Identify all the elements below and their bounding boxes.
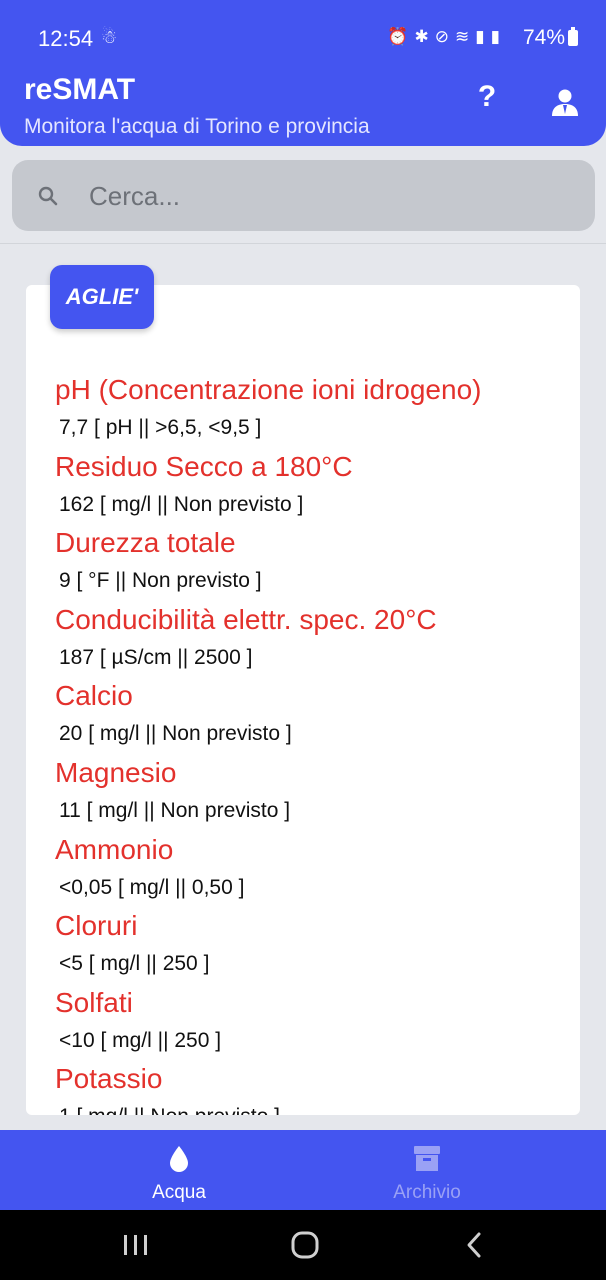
parameter-list: pH (Concentrazione ioni idrogeno) 7,7 [ … xyxy=(55,371,575,1115)
parameter-value: <5 [ mg/l || 250 ] xyxy=(59,952,210,976)
battery-level: 74% xyxy=(522,26,565,49)
search-bar[interactable]: Cerca... xyxy=(12,160,595,231)
home-icon[interactable] xyxy=(285,1230,325,1260)
app-subtitle: Monitora l'acqua di Torino e provincia xyxy=(24,115,370,138)
parameter-item: Conducibilità elettr. spec. 20°C 187 [ µ… xyxy=(55,601,575,678)
parameter-name: Potassio xyxy=(55,1063,163,1095)
parameter-item: Solfati <10 [ mg/l || 250 ] xyxy=(55,984,575,1061)
parameter-value: <10 [ mg/l || 250 ] xyxy=(59,1028,222,1052)
archive-icon xyxy=(414,1146,440,1171)
water-drop-icon xyxy=(170,1146,188,1172)
parameter-item: Ammonio <0,05 [ mg/l || 0,50 ] xyxy=(55,831,575,908)
status-icons: ⏰✱⊘≋▮▮ xyxy=(387,27,506,46)
parameter-value: 9 [ °F || Non previsto ] xyxy=(59,569,262,593)
parameter-item: Calcio 20 [ mg/l || Non previsto ] xyxy=(55,677,575,754)
system-navigation-bar xyxy=(0,1210,606,1280)
parameter-name: Magnesio xyxy=(55,756,177,788)
parameter-value: 1 [ mg/l || Non previsto ] xyxy=(55,1098,575,1115)
notification-icon: ☃ xyxy=(101,27,118,47)
status-bar: 12:54 ☃ ⏰✱⊘≋▮▮ 74% xyxy=(0,0,606,70)
parameter-value: 20 [ mg/l || Non previsto ] xyxy=(59,722,292,746)
parameter-name: Cloruri xyxy=(55,910,138,942)
parameter-name: Conducibilità elettr. spec. 20°C xyxy=(55,603,437,635)
battery-icon xyxy=(568,27,578,46)
location-badge: AGLIE' xyxy=(50,265,154,329)
status-time: 12:54 xyxy=(38,26,94,51)
search-icon xyxy=(38,186,58,206)
battery-indicator: 74% xyxy=(523,26,578,50)
parameter-item: Potassio 1 [ mg/l || Non previsto ] xyxy=(55,1060,575,1115)
parameter-item: Residuo Secco a 180°C 162 [ mg/l || Non … xyxy=(55,448,575,525)
parameter-item: Cloruri <5 [ mg/l || 250 ] xyxy=(55,907,575,984)
nav-label-acqua: Acqua xyxy=(152,1182,206,1203)
app-bar: reSMAT Monitora l'acqua di Torino e prov… xyxy=(0,70,606,146)
nav-label-archivio: Archivio xyxy=(393,1182,461,1203)
parameter-item: pH (Concentrazione ioni idrogeno) 7,7 [ … xyxy=(55,371,575,448)
parameter-value: 187 [ µS/cm || 2500 ] xyxy=(59,645,253,669)
back-icon[interactable] xyxy=(455,1230,495,1260)
nav-item-archivio[interactable]: Archivio xyxy=(307,1130,547,1210)
divider xyxy=(0,243,606,244)
parameter-name: Solfati xyxy=(55,986,133,1018)
parameter-item: Durezza totale 9 [ °F || Non previsto ] xyxy=(55,524,575,601)
parameter-name: Residuo Secco a 180°C xyxy=(55,450,353,482)
parameter-value: <0,05 [ mg/l || 0,50 ] xyxy=(59,875,245,899)
help-button[interactable]: ? xyxy=(470,80,504,120)
recent-apps-icon[interactable] xyxy=(116,1230,156,1260)
parameter-item: Magnesio 11 [ mg/l || Non previsto ] xyxy=(55,754,575,831)
parameter-name: pH (Concentrazione ioni idrogeno) xyxy=(55,374,482,405)
user-icon[interactable] xyxy=(550,88,580,118)
bottom-navigation: Acqua Archivio xyxy=(0,1130,606,1210)
parameter-name: Ammonio xyxy=(55,833,174,865)
water-quality-card: pH (Concentrazione ioni idrogeno) 7,7 [ … xyxy=(26,285,580,1115)
parameter-value: 11 [ mg/l || Non previsto ] xyxy=(59,798,291,822)
search-input[interactable]: Cerca... xyxy=(89,181,180,212)
nav-item-acqua[interactable]: Acqua xyxy=(59,1130,299,1210)
parameter-name: Calcio xyxy=(55,680,133,712)
app-title: reSMAT xyxy=(24,73,136,106)
parameter-value: 7,7 [ pH || >6,5, <9,5 ] xyxy=(59,416,262,439)
parameter-name: Durezza totale xyxy=(55,527,236,559)
parameter-value: 162 [ mg/l || Non previsto ] xyxy=(59,492,304,516)
